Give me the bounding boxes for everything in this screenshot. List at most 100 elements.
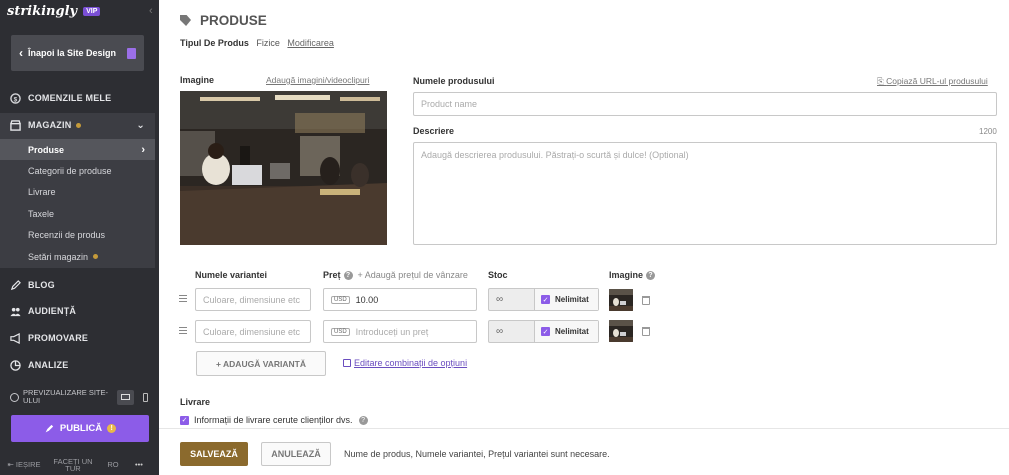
- help-icon[interactable]: ?: [343, 271, 353, 281]
- logo[interactable]: strikingly: [7, 4, 77, 19]
- sidebar-subitem-taxes[interactable]: Taxele: [0, 203, 155, 224]
- action-bar: SALVEAZĂ ANULEAZĂ Nume de produs, Numele…: [159, 428, 1009, 475]
- eye-icon: [10, 392, 19, 402]
- variant-stock-field[interactable]: ∞ ✓ Nelimitat: [488, 320, 599, 343]
- megaphone-icon: [10, 332, 20, 344]
- sidebar-subitem-store-settings[interactable]: Setări magazin: [0, 246, 155, 267]
- modify-product-type-link[interactable]: Modificarea: [287, 38, 334, 48]
- stock-quantity[interactable]: ∞: [489, 289, 535, 310]
- variant-name-input[interactable]: Culoare, dimensiune etc: [195, 320, 311, 343]
- notification-dot: [93, 254, 99, 259]
- variant-price-input[interactable]: USD 10.00: [323, 288, 477, 311]
- stock-quantity[interactable]: ∞: [489, 321, 535, 342]
- exit-link[interactable]: ⇤ IEȘIRE: [0, 460, 48, 469]
- variant-stock-field[interactable]: ∞ ✓ Nelimitat: [488, 288, 599, 311]
- add-images-link[interactable]: Adaugă imagini/videoclipuri: [266, 75, 369, 85]
- publish-button[interactable]: PUBLICĂ !: [11, 415, 149, 442]
- variant-price-input[interactable]: USD Introduceți un preț: [323, 320, 477, 343]
- drag-handle-icon[interactable]: [179, 295, 187, 302]
- pen-icon: [10, 279, 21, 290]
- sidebar-subitem-shipping[interactable]: Livrare: [0, 181, 155, 202]
- sidebar-subitem-label: Categorii de produse: [28, 165, 112, 176]
- exit-label: IEȘIRE: [15, 460, 41, 469]
- description-textarea[interactable]: Adaugă descrierea produsului. Păstrați-o…: [413, 142, 997, 245]
- add-variant-button[interactable]: + ADAUGĂ VARIANTĂ: [196, 351, 326, 376]
- desktop-preview-button[interactable]: [117, 389, 134, 405]
- variant-name-input[interactable]: Culoare, dimensiune etc: [195, 288, 311, 311]
- sidebar-item-orders[interactable]: $ COMENZILE MELE: [0, 88, 159, 108]
- chevron-right-icon: ›: [141, 143, 145, 156]
- product-image[interactable]: [180, 91, 387, 245]
- collapse-sidebar-icon[interactable]: ‹: [149, 5, 153, 17]
- pie-chart-icon: [10, 359, 21, 371]
- unlimited-label: Nelimitat: [555, 295, 589, 304]
- sidebar-item-label: PROMOVARE: [28, 333, 89, 343]
- sidebar-item-store[interactable]: MAGAZIN ⌄: [0, 115, 155, 135]
- product-name-input[interactable]: Product name: [413, 92, 997, 116]
- sidebar-subitem-categories[interactable]: Categorii de produse: [0, 160, 155, 181]
- variant-thumbnail-illustration: [609, 320, 633, 342]
- sidebar-item-label: MAGAZIN: [28, 120, 72, 130]
- checkbox-checked-icon[interactable]: ✓: [180, 415, 189, 425]
- mobile-preview-button[interactable]: [140, 392, 150, 402]
- sidebar-subitem-label: Livrare: [28, 186, 56, 197]
- description-char-count: 1200: [979, 127, 997, 136]
- unlimited-toggle[interactable]: ✓ Nelimitat: [535, 289, 598, 310]
- people-icon: [10, 307, 21, 316]
- variant-price-header: Preț? + Adaugă prețul de vânzare: [323, 270, 468, 281]
- unlimited-toggle[interactable]: ✓ Nelimitat: [535, 321, 598, 342]
- checkbox-checked-icon[interactable]: ✓: [541, 327, 550, 336]
- product-type-row: Tipul De Produs Fizice Modificarea: [180, 38, 334, 48]
- vip-badge: VIP: [83, 6, 101, 16]
- product-type-value: Fizice: [256, 38, 280, 48]
- sidebar-item-blog[interactable]: BLOG: [0, 275, 159, 295]
- sidebar-subitem-label: Taxele: [28, 208, 55, 219]
- product-name-label: Numele produsului: [413, 76, 495, 86]
- sidebar-footer: ⇤ IEȘIRE FACEȚI UN TUR RO •••: [0, 454, 159, 475]
- page-title-text: PRODUSE: [200, 13, 267, 28]
- variant-price-header-text: Preț: [323, 270, 341, 280]
- svg-text:$: $: [14, 96, 18, 103]
- sidebar: strikingly VIP ‹ ‹ Înapoi la Site Design…: [0, 0, 159, 475]
- sidebar-subitem-products[interactable]: Produse ›: [0, 139, 155, 160]
- variant-image-thumbnail[interactable]: [609, 320, 633, 342]
- sidebar-subitem-label: Produse: [28, 144, 65, 155]
- tag-icon: [180, 15, 191, 26]
- checkbox-checked-icon[interactable]: ✓: [541, 295, 550, 304]
- shipping-info-checkbox[interactable]: ✓ Informații de livrare cerute cliențilo…: [180, 415, 368, 425]
- sidebar-item-label: AUDIENȚĂ: [28, 306, 77, 316]
- help-icon[interactable]: ?: [646, 271, 656, 281]
- sidebar-item-audience[interactable]: AUDIENȚĂ: [0, 301, 159, 321]
- save-button[interactable]: SALVEAZĂ: [180, 442, 248, 466]
- sidebar-item-promotion[interactable]: PROMOVARE: [0, 328, 159, 348]
- edit-combinations-label: Editare combinații de opțiuni: [354, 358, 468, 368]
- drag-handle-icon[interactable]: [179, 327, 187, 334]
- delete-variant-icon[interactable]: [642, 296, 650, 305]
- delete-variant-icon[interactable]: [642, 327, 650, 336]
- product-type-label: Tipul De Produs: [180, 38, 249, 48]
- store-section: MAGAZIN ⌄ Produse › Categorii de produse…: [0, 113, 155, 268]
- document-icon: [127, 47, 136, 59]
- copy-url-label: Copiază URL-ul produsului: [886, 76, 988, 86]
- back-to-site-design-button[interactable]: ‹ Înapoi la Site Design: [11, 35, 144, 71]
- variant-price-value: 10.00: [355, 294, 379, 305]
- shipping-label: Livrare: [180, 397, 211, 407]
- language-selector[interactable]: RO: [98, 460, 128, 469]
- phone-icon: [142, 392, 148, 402]
- orders-icon: $: [10, 92, 21, 104]
- copy-url-link[interactable]: ⎘ Copiază URL-ul produsului: [877, 76, 988, 87]
- variant-image-thumbnail[interactable]: [609, 289, 633, 311]
- help-icon[interactable]: ?: [358, 415, 368, 425]
- validation-message: Nume de produs, Numele variantei, Prețul…: [344, 449, 610, 459]
- image-label: Imagine: [180, 75, 215, 85]
- currency-badge: USD: [331, 295, 350, 304]
- more-icon[interactable]: •••: [128, 460, 150, 469]
- edit-option-combinations-link[interactable]: Editare combinații de opțiuni: [343, 358, 467, 368]
- add-sale-price-link[interactable]: + Adaugă prețul de vânzare: [358, 270, 468, 280]
- cancel-button[interactable]: ANULEAZĂ: [261, 442, 331, 466]
- take-tour-link[interactable]: FACEȚI UN TUR: [48, 457, 98, 472]
- sidebar-item-analytics[interactable]: ANALIZE: [0, 355, 159, 375]
- sidebar-subitem-reviews[interactable]: Recenzii de produs: [0, 224, 155, 245]
- rocket-icon: [45, 424, 54, 432]
- sidebar-subitem-label: Recenzii de produs: [28, 229, 106, 240]
